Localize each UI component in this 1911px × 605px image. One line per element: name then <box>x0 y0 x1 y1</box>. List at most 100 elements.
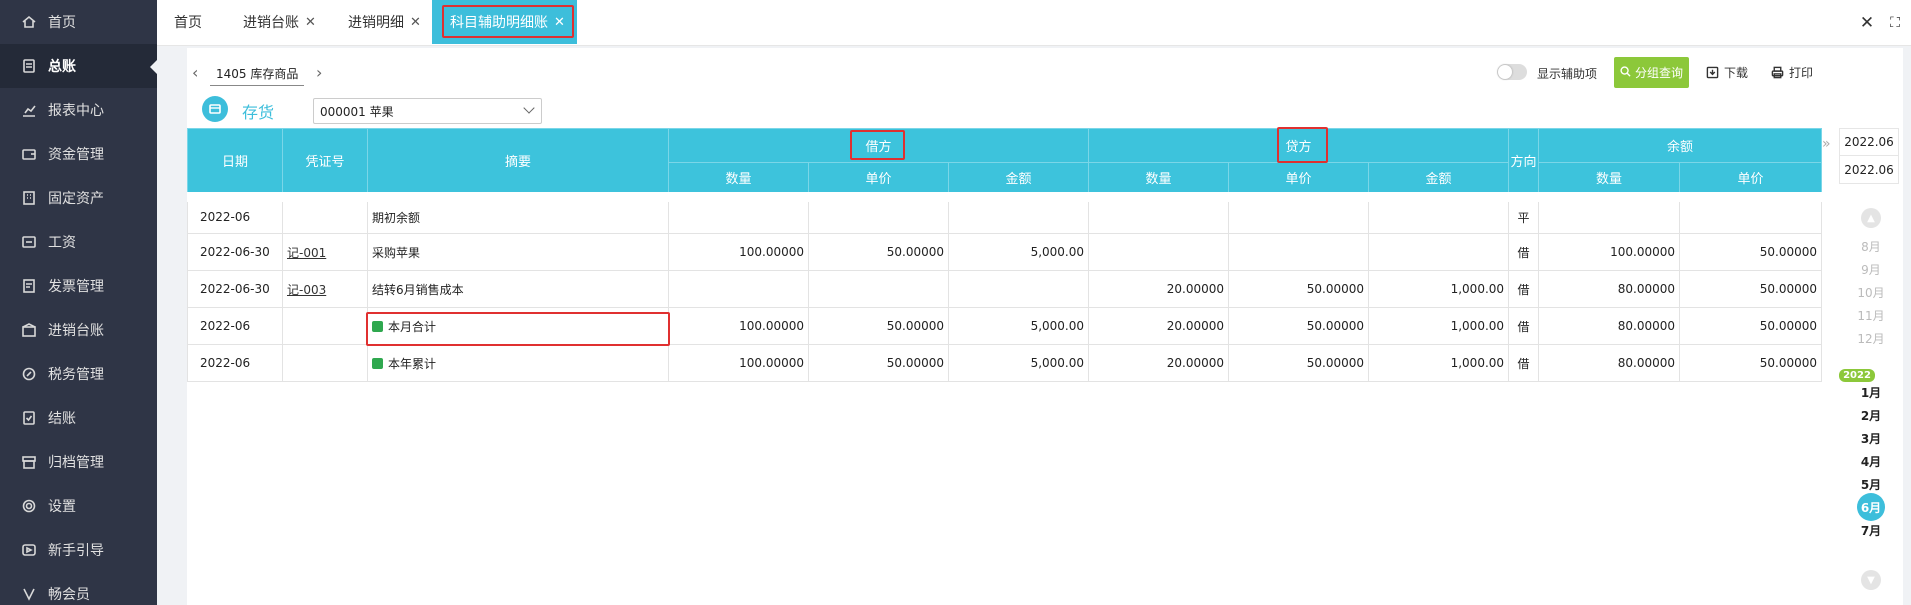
sidebar-item[interactable]: 首页 <box>0 0 157 44</box>
month-item[interactable]: 9月 <box>1849 261 1893 278</box>
prev-subject-icon[interactable]: ‹ <box>192 63 198 82</box>
cell-voucher <box>282 307 368 345</box>
col-credit-price: 单价 <box>1228 162 1370 197</box>
cell-balance-qty: 80.00000 <box>1538 307 1681 345</box>
sidebar-item[interactable]: 报表中心 <box>0 88 157 132</box>
cell-voucher <box>282 191 368 234</box>
sidebar-item[interactable]: 新手引导 <box>0 528 157 572</box>
wallet-icon <box>20 145 38 163</box>
sidebar-item[interactable]: 畅会员 <box>0 572 157 605</box>
group-query-button[interactable]: 分组查询 <box>1614 57 1689 88</box>
sidebar-item[interactable]: 税务管理 <box>0 352 157 396</box>
period-end-value: 2022.06 <box>1844 162 1894 177</box>
sidebar-item-label: 工资 <box>48 235 76 251</box>
col-summary: 摘要 <box>367 128 669 197</box>
month-item[interactable]: 10月 <box>1849 284 1893 301</box>
month-item[interactable]: 2月 <box>1849 407 1893 424</box>
sidebar-item-label: 报表中心 <box>48 103 104 119</box>
cell-summary: 期初余额 <box>367 191 669 234</box>
month-item[interactable]: 7月 <box>1849 522 1893 539</box>
month-item[interactable]: 4月 <box>1849 453 1893 470</box>
credit-label: 贷方 <box>1285 140 1312 155</box>
close-icon[interactable]: ✕ <box>410 15 421 30</box>
voucher-link[interactable]: 记-001 <box>287 246 326 260</box>
ledger-table: 日期 凭证号 摘要 借方 贷方 方向 余额 数量 单价 金额 数量 单价 金额 … <box>187 128 1823 382</box>
tab-subject-aux-detail[interactable]: 科目辅助明细账 ✕ <box>432 0 577 44</box>
sidebar-item[interactable]: 设置 <box>0 484 157 528</box>
voucher-link[interactable]: 记-003 <box>287 283 326 297</box>
sidebar-item-label: 税务管理 <box>48 367 104 383</box>
sidebar-item[interactable]: 固定资产 <box>0 176 157 220</box>
tab-home[interactable]: 首页 <box>160 0 216 44</box>
subtotal-icon <box>372 357 383 369</box>
period-end[interactable]: 2022.06 <box>1839 156 1899 184</box>
sidebar-item[interactable]: 归档管理 <box>0 440 157 484</box>
table-row: 2022-06-30 记-001 采购苹果 100.00000 50.00000 5,00… <box>187 233 1823 271</box>
month-item[interactable]: 12月 <box>1849 330 1893 347</box>
period-start[interactable]: 2022.06 <box>1839 128 1899 156</box>
month-item[interactable]: 8月 <box>1849 238 1893 255</box>
sidebar-item[interactable]: 进销台账 <box>0 308 157 352</box>
item-select[interactable]: 000001 苹果 <box>313 98 542 124</box>
cell-date: 2022-06 <box>187 191 283 234</box>
cell-summary: 本年累计 <box>367 344 669 382</box>
download-button[interactable]: 下载 <box>1706 64 1748 81</box>
date-rail: 2022.06 2022.06 ▲ 8月 9月 10月 11月 12月 2022 1月 2月 3月… <box>1839 128 1907 605</box>
cell-voucher: 记-001 <box>282 233 368 271</box>
sidebar-item[interactable]: 结账 <box>0 396 157 440</box>
cell-debit-qty: 100.00000 <box>668 344 809 382</box>
tab-inventory-ledger[interactable]: 进销台账 ✕ <box>229 0 330 44</box>
cell-credit-price: 50.00000 <box>1228 270 1370 308</box>
collapse-rail-icon[interactable]: » <box>1822 136 1831 152</box>
gear-icon <box>20 497 38 515</box>
fullscreen-icon[interactable]: ⛶ <box>1882 10 1908 36</box>
chart-icon <box>20 101 38 119</box>
checkout-icon <box>20 409 38 427</box>
cell-balance-price <box>1679 191 1823 234</box>
cell-direction: 借 <box>1508 307 1540 345</box>
cell-credit-amount <box>1368 191 1510 234</box>
col-debit: 借方 <box>667 128 1090 163</box>
inventory-icon <box>20 321 38 339</box>
home-icon <box>20 13 38 31</box>
cell-date: 2022-06 <box>187 344 283 382</box>
month-item[interactable]: 3月 <box>1849 430 1893 447</box>
cell-voucher: 记-003 <box>282 270 368 308</box>
sidebar-item[interactable]: 工资 <box>0 220 157 264</box>
month-item[interactable]: 1月 <box>1849 384 1893 401</box>
print-button[interactable]: 打印 <box>1771 64 1813 81</box>
subject-select[interactable]: 1405 库存商品 <box>210 62 305 86</box>
sidebar-item[interactable]: 总账 <box>0 44 157 88</box>
month-item[interactable]: 11月 <box>1849 307 1893 324</box>
next-subject-icon[interactable]: › <box>316 63 322 82</box>
show-aux-toggle[interactable] <box>1497 64 1527 80</box>
chevron-down-icon[interactable]: ▼ <box>1861 570 1881 590</box>
chevron-up-icon[interactable]: ▲ <box>1861 208 1881 228</box>
cell-debit-amount: 5,000.00 <box>947 307 1090 345</box>
col-balance: 余额 <box>1538 128 1823 163</box>
cell-direction: 借 <box>1508 344 1540 382</box>
cell-balance-price: 50.00000 <box>1679 307 1823 345</box>
month-item[interactable]: 6月 <box>1857 493 1885 521</box>
close-icon[interactable]: ✕ <box>554 15 565 30</box>
cell-balance-qty <box>1538 191 1681 234</box>
col-date: 日期 <box>187 128 283 197</box>
close-icon[interactable]: ✕ <box>305 15 316 30</box>
tab-bar: 首页 进销台账 ✕ 进销明细 ✕ 科目辅助明细账 ✕ ✕ ⛶ <box>157 0 1911 46</box>
cell-balance-price: 50.00000 <box>1679 344 1823 382</box>
close-all-icon[interactable]: ✕ <box>1854 10 1880 36</box>
print-label: 打印 <box>1789 66 1814 80</box>
tab-inventory-detail[interactable]: 进销明细 ✕ <box>334 0 435 44</box>
sidebar-item-label: 归档管理 <box>48 455 104 471</box>
col-credit-qty: 数量 <box>1088 162 1230 197</box>
month-item[interactable]: 5月 <box>1849 476 1893 493</box>
sidebar-item[interactable]: 资金管理 <box>0 132 157 176</box>
sidebar-item-label: 设置 <box>48 499 76 515</box>
cell-direction: 借 <box>1508 233 1540 271</box>
cell-debit-price <box>808 191 949 234</box>
cell-credit-price: 50.00000 <box>1228 344 1370 382</box>
table-row: 2022-06 本月合计 100.00000 50.00000 5,000.00 20.0… <box>187 307 1823 345</box>
sidebar-item[interactable]: 发票管理 <box>0 264 157 308</box>
cell-balance-qty: 80.00000 <box>1538 270 1681 308</box>
cell-debit-price <box>808 270 949 308</box>
